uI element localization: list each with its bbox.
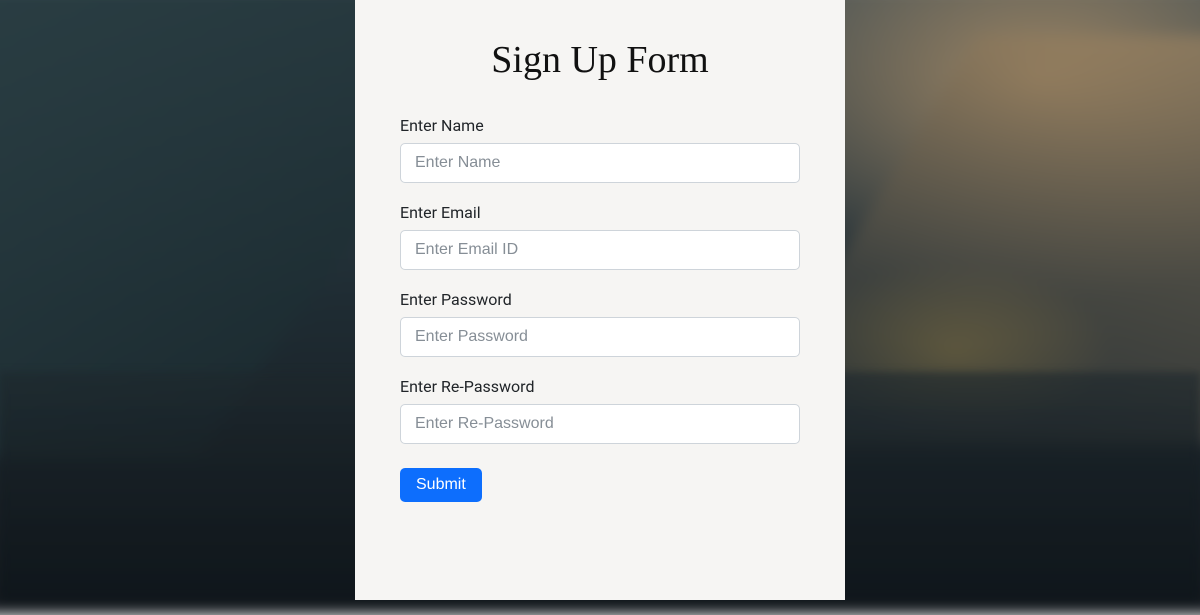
password-label: Enter Password [400,290,800,309]
form-title: Sign Up Form [400,38,800,82]
name-label: Enter Name [400,116,800,135]
repassword-group: Enter Re-Password [400,377,800,444]
repassword-label: Enter Re-Password [400,377,800,396]
name-input[interactable] [400,143,800,183]
signup-card: Sign Up Form Enter Name Enter Email Ente… [355,0,845,600]
repassword-input[interactable] [400,404,800,444]
email-group: Enter Email [400,203,800,270]
name-group: Enter Name [400,116,800,183]
email-input[interactable] [400,230,800,270]
password-group: Enter Password [400,290,800,357]
password-input[interactable] [400,317,800,357]
submit-button[interactable]: Submit [400,468,482,502]
email-label: Enter Email [400,203,800,222]
